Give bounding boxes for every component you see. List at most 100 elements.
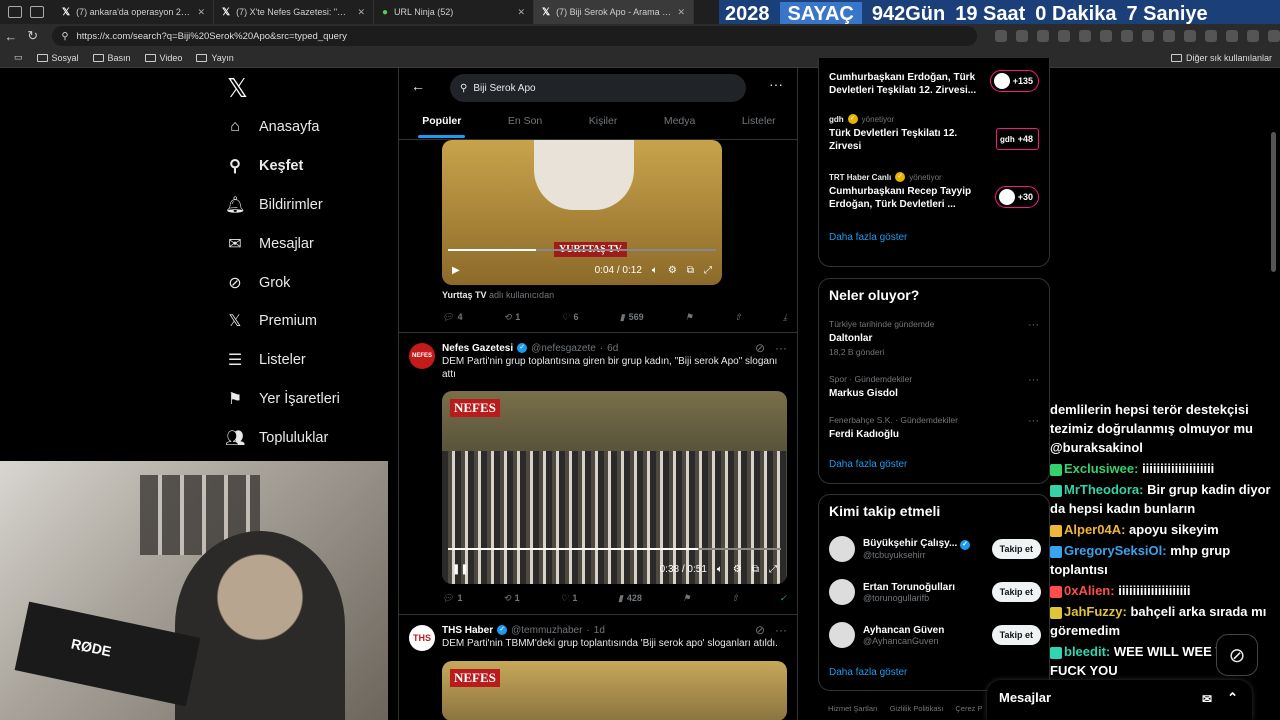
messages-drawer[interactable]: Mesajlar ✉ ⌃ (987, 680, 1252, 720)
live-listeners-badge[interactable]: +30 (994, 186, 1039, 208)
url-input[interactable]: ⚲ https://x.com/search?q=Biji%20Serok%20A… (51, 26, 977, 46)
extension-icon[interactable] (1267, 30, 1280, 42)
footer-link[interactable]: Çerez P (955, 704, 982, 713)
grok-icon[interactable]: ⊘ (755, 341, 765, 355)
bookmark-button[interactable]: ⚑ (685, 312, 693, 323)
fullscreen-icon[interactable]: ⤢ (704, 265, 712, 276)
volume-icon[interactable]: 🔈︎ (717, 564, 723, 575)
footer-link[interactable]: Hizmet Şartları (828, 704, 878, 713)
nav-item-explore[interactable]: ⚲ Keşfet (225, 147, 395, 186)
nav-item-communities[interactable]: 👥︎ Topluluklar (225, 418, 395, 457)
extension-icon[interactable] (1225, 30, 1238, 42)
close-icon[interactable]: ✕ (517, 7, 525, 18)
bookmark-folder-sosyal[interactable]: Sosyal (36, 53, 79, 63)
tab-media[interactable]: Medya (660, 112, 700, 130)
grok-icon[interactable]: ⊘ (755, 623, 765, 637)
share-button[interactable]: ⇧ (731, 593, 739, 604)
follow-button[interactable]: Takip et (991, 539, 1041, 559)
share-button[interactable]: ⇧ (734, 312, 742, 323)
pip-icon[interactable]: ⧉ (752, 564, 759, 575)
expand-icon[interactable]: ⌃ (1227, 690, 1238, 706)
trend-item[interactable]: Türkiye tarihinde gündemde ··· Daltonlar 18… (829, 319, 1039, 357)
tab-popular[interactable]: Popüler (418, 112, 466, 138)
extension-icon[interactable] (1015, 30, 1028, 42)
extension-icon[interactable] (1099, 30, 1112, 42)
follow-button[interactable]: Takip et (991, 582, 1041, 602)
live-item[interactable]: TRT Haber Canlı ✓ yönetiyor Cumhurbaşkanı … (829, 172, 979, 211)
tab-people[interactable]: Kişiler (585, 112, 622, 130)
extension-icon[interactable] (1183, 30, 1196, 42)
avatar[interactable]: THS (409, 625, 435, 651)
trend-item[interactable]: Spor · Gündemdekiler ··· Markus Gisdol (829, 374, 1039, 399)
tab-actions-icon[interactable] (30, 6, 44, 18)
bookmark-folder-basin[interactable]: Basın (92, 53, 131, 63)
reload-icon[interactable]: ↻ (22, 28, 44, 44)
video-progress[interactable] (448, 249, 716, 251)
avatar[interactable]: NEFES (409, 343, 435, 369)
follow-suggestion[interactable]: Ertan Torunoğulları @torunogullarifb Takip… (829, 576, 1041, 608)
show-more-link[interactable]: Daha fazla göster (829, 667, 907, 678)
extension-icon[interactable] (1078, 30, 1091, 42)
nav-item-premium[interactable]: 𝕏 Premium (225, 302, 395, 341)
trend-item[interactable]: Fenerbahçe S.K. · Gündemdekiler ··· Ferdi … (829, 415, 1039, 440)
nav-item-grok[interactable]: ⊘ Grok (225, 263, 395, 302)
close-icon[interactable]: ✕ (357, 7, 365, 18)
live-listeners-badge[interactable]: gdh +48 (996, 128, 1039, 150)
live-item[interactable]: Cumhurbaşkanı Erdoğan, Türk Devletleri T… (829, 68, 979, 97)
more-icon[interactable]: ··· (769, 76, 783, 92)
extension-icon[interactable] (994, 30, 1007, 42)
more-icon[interactable]: ··· (1028, 319, 1039, 331)
like-button[interactable]: ♡ 1 (560, 593, 577, 604)
video-player[interactable]: YURTTAŞ TV ▶ 0:04 / 0:12 🔈︎ ⚙ ⧉ ⤢ (442, 140, 722, 285)
repost-button[interactable]: ⟲ 1 (503, 593, 520, 604)
more-icon[interactable]: ··· (1028, 374, 1039, 386)
extension-icon[interactable] (1246, 30, 1259, 42)
video-progress[interactable] (448, 548, 781, 550)
extension-icon[interactable] (1120, 30, 1133, 42)
site-info-icon[interactable]: ⚲ (62, 31, 69, 42)
nav-item-bookmarks[interactable]: ⚑ Yer İşaretleri (225, 380, 395, 419)
fullscreen-icon[interactable]: ⤢ (769, 564, 777, 575)
volume-icon[interactable]: 🔈︎ (652, 265, 658, 276)
settings-icon[interactable]: ⚙ (668, 265, 677, 276)
tweet[interactable]: NEFES Nefes Gazetesi ✓ @nefesgazete · 6d ⊘ ·… (399, 332, 797, 614)
bookmark-folder-video[interactable]: Video (144, 53, 182, 63)
nav-item-notifications[interactable]: 🔔︎ Bildirimler (225, 186, 395, 225)
video-player[interactable]: NEFES ❚❚ 0:38 / 0:51 🔈︎ ⚙ ⧉ ⤢ (442, 391, 787, 584)
pip-icon[interactable]: ⧉ (687, 265, 694, 276)
tab-latest[interactable]: En Son (504, 112, 546, 130)
nav-item-home[interactable]: ⌂ Anasayfa (225, 108, 395, 147)
tab-lists[interactable]: Listeler (738, 112, 780, 130)
x-logo-icon[interactable]: 𝕏 (227, 70, 395, 108)
follow-button[interactable]: Takip et (991, 625, 1041, 645)
follow-suggestion[interactable]: Büyükşehir Çalışy... ✓ @tcbuyuksehirr Taki… (829, 533, 1041, 565)
bookmark-button[interactable]: ⚑ (683, 593, 691, 604)
footer-link[interactable]: Gizlilik Politikası (890, 704, 944, 713)
views-button[interactable]: ▮ 569 (620, 312, 644, 323)
nav-item-messages[interactable]: ✉ Mesajlar (225, 224, 395, 263)
more-icon[interactable]: ··· (775, 341, 787, 355)
browser-tab-4[interactable]: 𝕏 (7) Biji Serok Apo - Arama / X ✕ (534, 0, 694, 24)
nav-item-lists[interactable]: ☰ Listeler (225, 341, 395, 380)
check-icon[interactable]: ✓ (779, 593, 787, 604)
tweet[interactable]: THS THS Haber ✓ @temmuzhaber · 1d ⊘ ··· DEM … (399, 614, 797, 720)
more-icon[interactable]: ··· (775, 623, 787, 637)
close-icon[interactable]: ✕ (197, 7, 205, 18)
extension-icon[interactable] (1141, 30, 1154, 42)
grok-floating-button[interactable]: ⊘ (1216, 634, 1258, 676)
extension-icon[interactable] (1204, 30, 1217, 42)
settings-icon[interactable]: ⚙ (733, 564, 742, 575)
like-button[interactable]: ♡ 6 (561, 312, 578, 323)
reply-button[interactable]: 💬︎ 1 (442, 593, 462, 604)
workspaces-icon[interactable] (8, 6, 22, 18)
video-player[interactable]: NEFES (442, 661, 787, 720)
more-icon[interactable]: ··· (1028, 415, 1039, 427)
live-item[interactable]: gdh ✓ yönetiyor Türk Devletleri Teşkilatı … (829, 114, 979, 153)
browser-tab-3[interactable]: ● URL Ninja (52) ✕ (374, 0, 534, 24)
collections-icon[interactable]: ▭ (14, 52, 23, 63)
extension-icon[interactable] (1162, 30, 1175, 42)
extension-icon[interactable] (1036, 30, 1049, 42)
bookmark-folder-yayin[interactable]: Yayın (196, 53, 234, 63)
extension-icon[interactable] (1057, 30, 1070, 42)
browser-tab-1[interactable]: 𝕏(7) ankara'da operasyon 23 - Arama / X✕ (54, 0, 214, 24)
